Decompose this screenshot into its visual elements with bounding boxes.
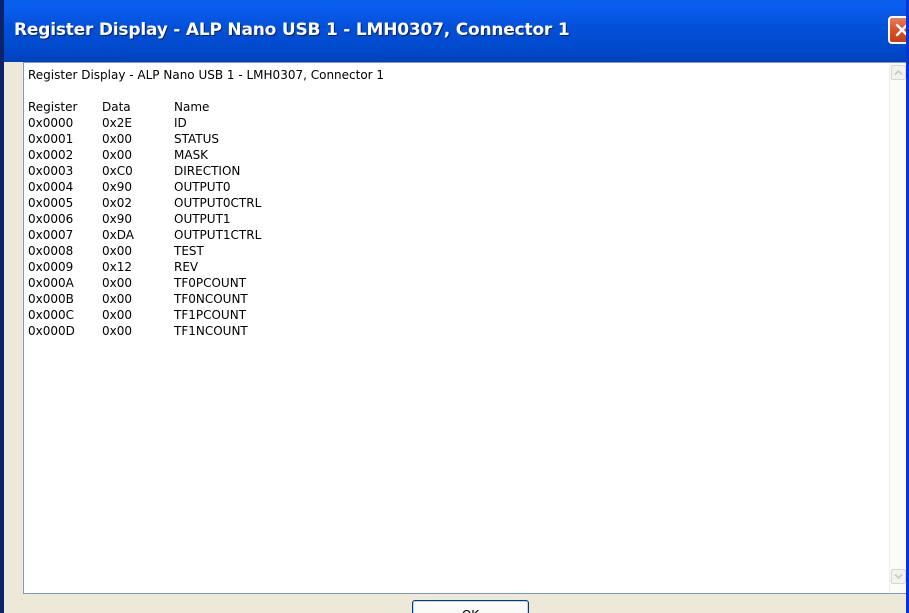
scroll-up-button[interactable] [891, 65, 906, 80]
register-data: 0x90 [102, 212, 133, 226]
table-row: 0x0008 0x00 TEST [28, 243, 384, 259]
register-data: 0x00 [102, 292, 133, 306]
register-data: 0x00 [102, 276, 133, 290]
register-address: 0x000D [28, 324, 75, 338]
register-address: 0x0004 [28, 180, 74, 194]
title-bar[interactable]: Register Display - ALP Nano USB 1 - LMH0… [4, 0, 906, 62]
register-name: OUTPUT0CTRL [174, 196, 262, 210]
register-data: 0x00 [102, 308, 133, 322]
register-rows: 0x0000 0x2E ID 0x0001 0x00 STATUS 0x0002 0x00 MA… [28, 115, 384, 339]
register-address: 0x0000 [28, 116, 74, 130]
register-name: DIRECTION [174, 164, 241, 178]
table-row: 0x000A 0x00 TF0PCOUNT [28, 275, 384, 291]
register-address: 0x0001 [28, 132, 74, 146]
register-name: TF0NCOUNT [174, 292, 248, 306]
table-row: 0x0001 0x00 STATUS [28, 131, 384, 147]
register-display-window: Register Display - ALP Nano USB 1 - LMH0… [0, 0, 909, 613]
register-data: 0x00 [102, 132, 133, 146]
ok-button[interactable]: OK [412, 600, 529, 613]
register-name: REV [174, 260, 199, 274]
register-address: 0x0007 [28, 228, 74, 242]
register-data: 0x00 [102, 148, 133, 162]
register-data: 0x12 [102, 260, 133, 274]
chevron-down-icon [894, 573, 903, 580]
header-data: Data [102, 100, 131, 114]
register-name: OUTPUT0 [174, 180, 231, 194]
table-row: 0x000D 0x00 TF1NCOUNT [28, 323, 384, 339]
register-address: 0x0008 [28, 244, 74, 258]
register-address: 0x0003 [28, 164, 74, 178]
register-data: 0x90 [102, 180, 133, 194]
register-data: 0xC0 [102, 164, 133, 178]
register-address: 0x0006 [28, 212, 74, 226]
column-headers: Register Data Name [28, 99, 384, 115]
register-data: 0x00 [102, 324, 133, 338]
register-data: 0xDA [102, 228, 134, 242]
chevron-up-icon [894, 69, 903, 76]
table-row: 0x0009 0x12 REV [28, 259, 384, 275]
header-register: Register [28, 100, 78, 114]
close-icon [895, 23, 906, 37]
register-address: 0x0009 [28, 260, 74, 274]
register-name: TF1PCOUNT [174, 308, 247, 322]
register-text-content: Register Display - ALP Nano USB 1 - LMH0… [28, 67, 384, 339]
register-name: ID [174, 116, 187, 130]
table-row: 0x000C 0x00 TF1PCOUNT [28, 307, 384, 323]
register-text-area[interactable]: Register Display - ALP Nano USB 1 - LMH0… [23, 62, 906, 594]
table-row: 0x0006 0x90 OUTPUT1 [28, 211, 384, 227]
table-row: 0x0002 0x00 MASK [28, 147, 384, 163]
register-name: OUTPUT1CTRL [174, 228, 262, 242]
window-title: Register Display - ALP Nano USB 1 - LMH0… [14, 20, 570, 40]
register-address: 0x000C [28, 308, 75, 322]
register-data: 0x00 [102, 244, 133, 258]
register-data: 0x02 [102, 196, 133, 210]
scroll-down-button[interactable] [891, 569, 906, 584]
register-name: TEST [174, 244, 204, 258]
table-row: 0x0005 0x02 OUTPUT0CTRL [28, 195, 384, 211]
register-address: 0x0005 [28, 196, 74, 210]
register-name: OUTPUT1 [174, 212, 231, 226]
table-row: 0x000B 0x00 TF0NCOUNT [28, 291, 384, 307]
register-name: TF0PCOUNT [174, 276, 247, 290]
register-heading: Register Display - ALP Nano USB 1 - LMH0… [28, 68, 385, 82]
register-name: MASK [174, 148, 209, 162]
table-row: 0x0007 0xDA OUTPUT1CTRL [28, 227, 384, 243]
vertical-scrollbar[interactable] [889, 63, 906, 593]
register-address: 0x000B [28, 292, 74, 306]
table-row: 0x0000 0x2E ID [28, 115, 384, 131]
close-button[interactable] [888, 16, 906, 44]
register-address: 0x000A [28, 276, 74, 290]
table-row: 0x0004 0x90 OUTPUT0 [28, 179, 384, 195]
register-address: 0x0002 [28, 148, 74, 162]
table-row: 0x0003 0xC0 DIRECTION [28, 163, 384, 179]
register-data: 0x2E [102, 116, 132, 130]
register-name: TF1NCOUNT [174, 324, 248, 338]
header-name: Name [174, 100, 210, 114]
register-name: STATUS [174, 132, 220, 146]
